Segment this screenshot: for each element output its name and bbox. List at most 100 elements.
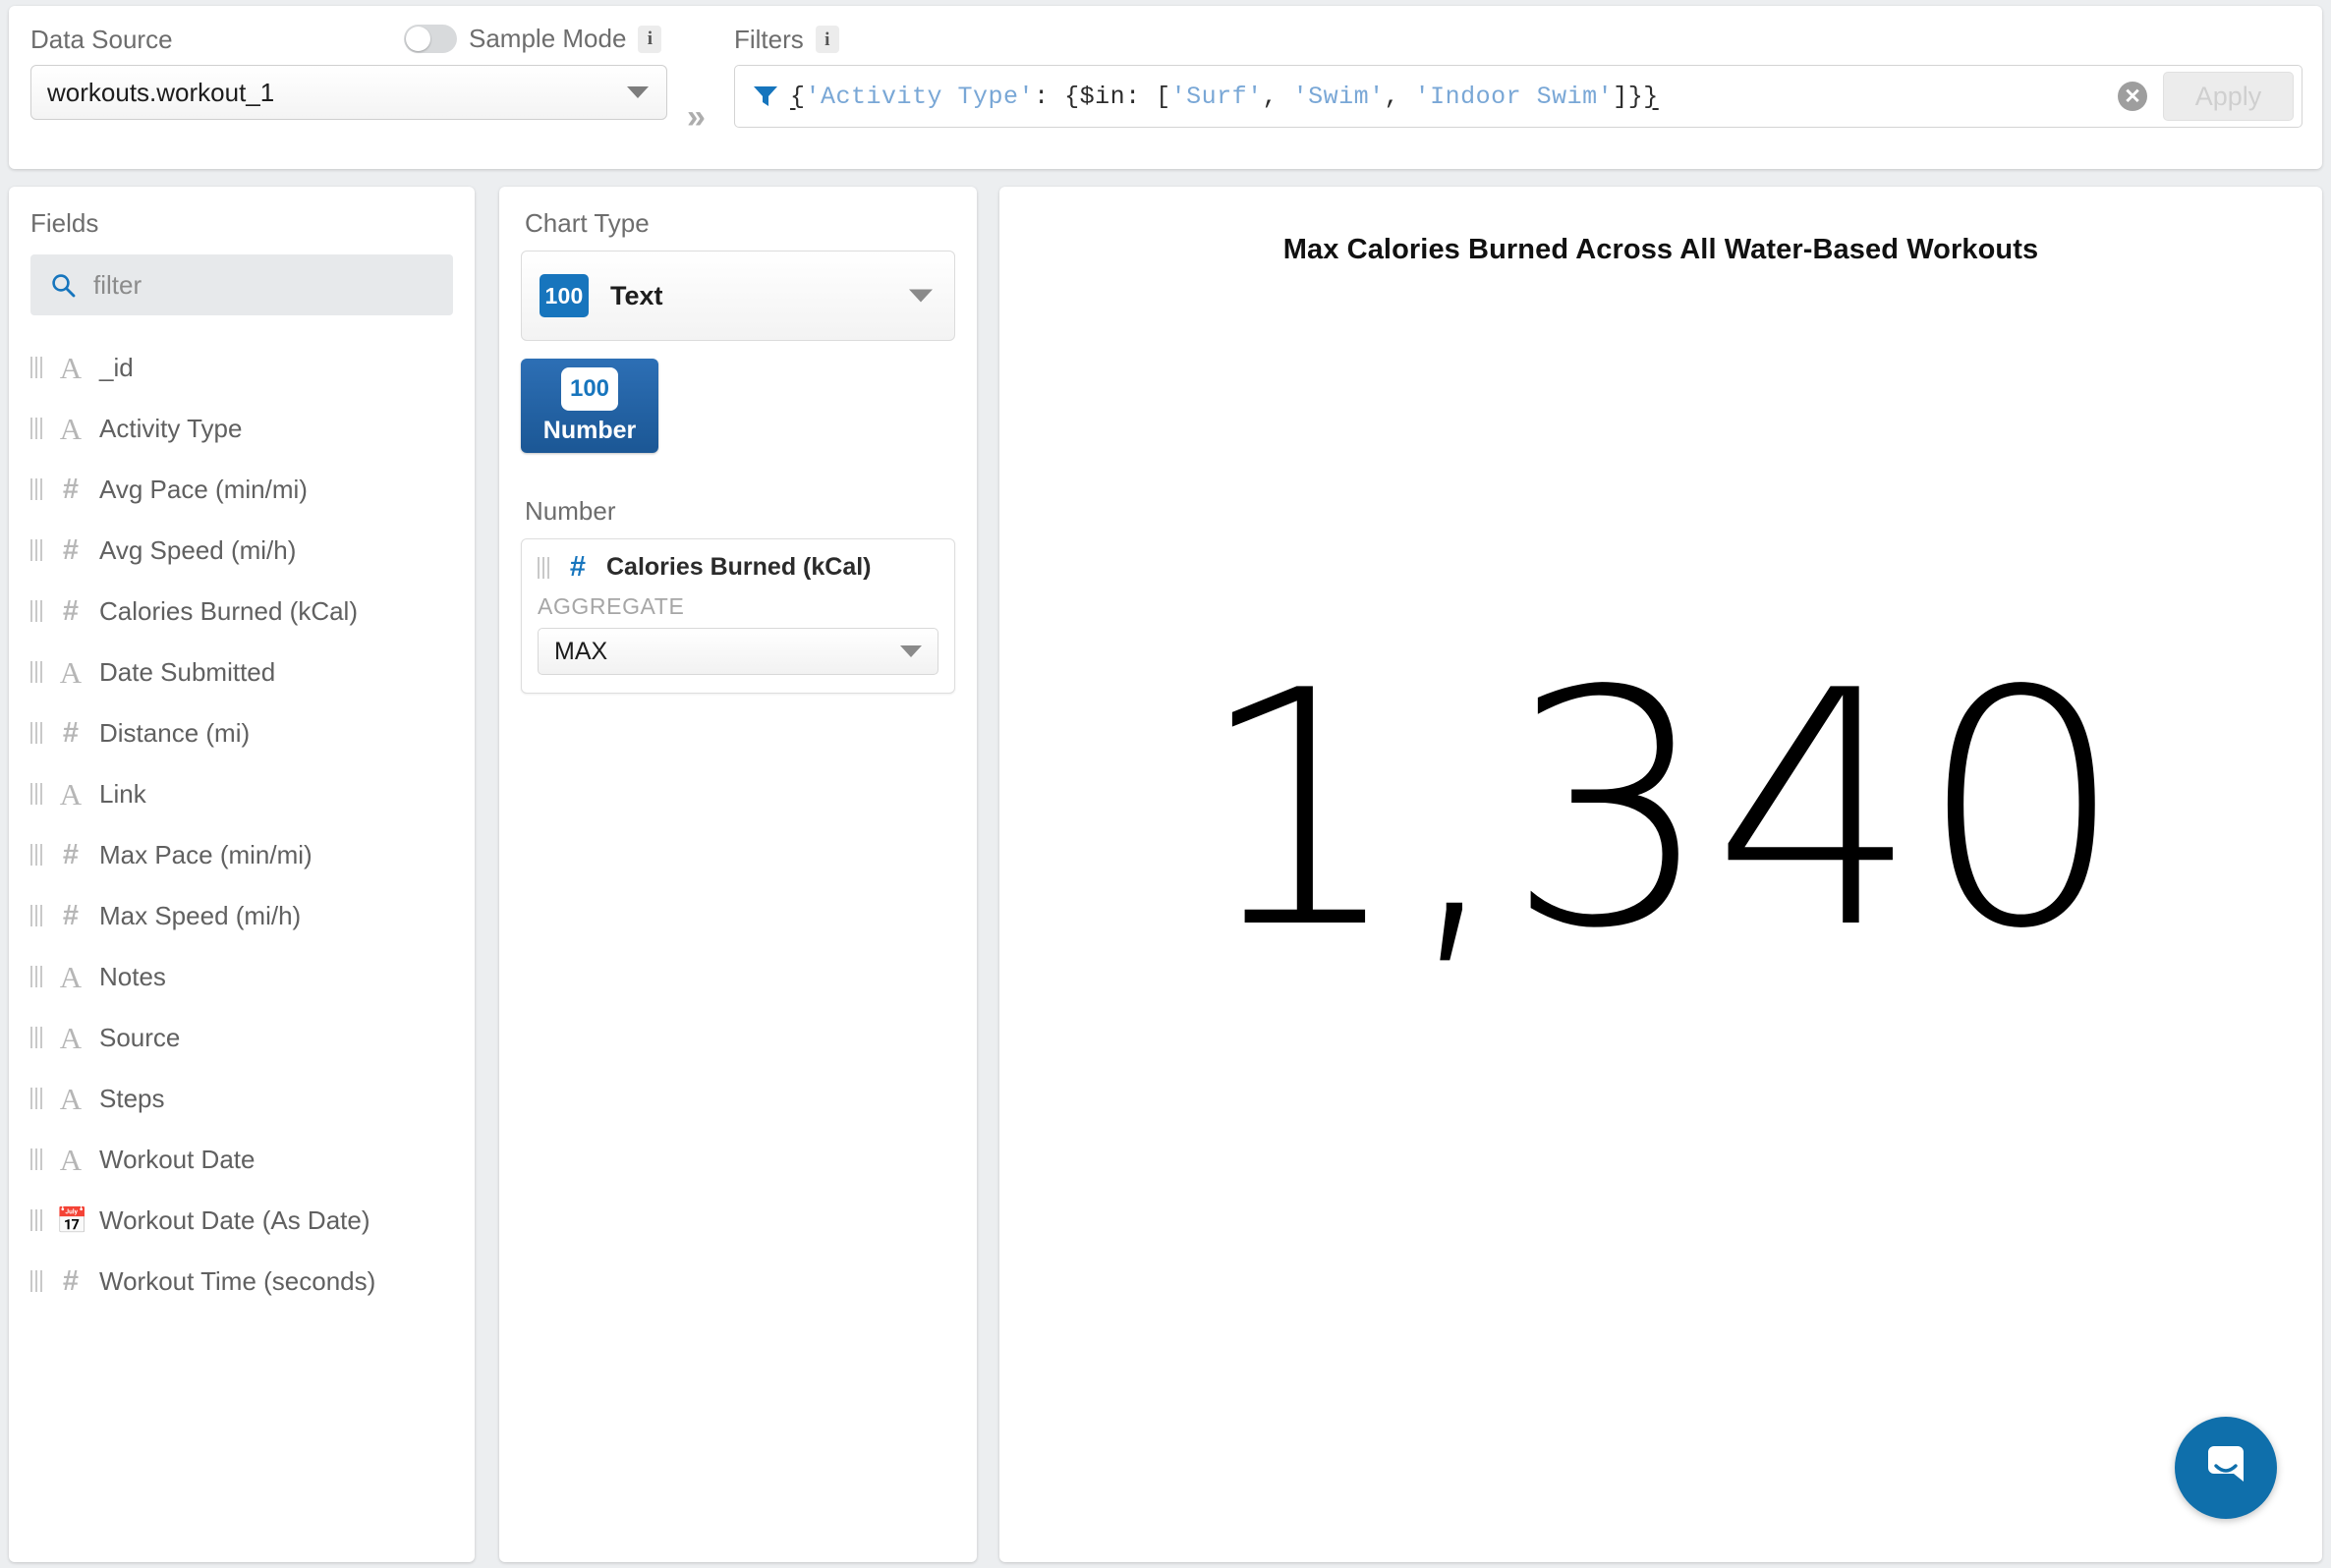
chart-type-selected-label: Text [610, 281, 663, 311]
encoding-field-chip[interactable]: # Calories Burned (kCal) [538, 553, 938, 582]
encoding-card: # Calories Burned (kCal) AGGREGATE MAX [521, 538, 955, 694]
field-list-item[interactable]: ANotes [9, 946, 475, 1007]
filters-block: Filters i {'Activity Type': {$in: ['Surf… [734, 22, 2303, 128]
field-list-item[interactable]: #Avg Pace (min/mi) [9, 459, 475, 520]
filter-token: 'Surf' [1171, 83, 1263, 111]
filter-expression: {'Activity Type': {$in: ['Surf', 'Swim',… [790, 83, 1659, 111]
aggregate-select[interactable]: MAX [538, 628, 938, 675]
drag-handle-icon[interactable] [30, 357, 42, 378]
drag-handle-icon[interactable] [30, 783, 42, 805]
field-name-label: Workout Date [99, 1145, 255, 1175]
field-list-item[interactable]: A Source [9, 1007, 475, 1068]
drag-handle-icon[interactable] [30, 1209, 42, 1231]
string-type-icon: A [56, 779, 85, 810]
field-list-item[interactable]: #Distance (mi) [9, 702, 475, 763]
field-list-item[interactable]: A Link [9, 763, 475, 824]
field-name-label: Activity Type [99, 414, 242, 444]
number-type-icon: # [56, 902, 85, 930]
data-source-select[interactable]: workouts.workout_1 [30, 65, 667, 120]
field-name-label: Avg Speed (mi/h) [99, 535, 296, 566]
clear-filter-icon[interactable]: ✕ [2118, 82, 2147, 111]
string-type-icon: A [56, 657, 85, 688]
field-name-label: Workout Date (As Date) [99, 1205, 370, 1236]
info-icon-filters[interactable]: i [816, 26, 839, 53]
chevron-down-icon [900, 645, 922, 657]
field-name-label: Workout Time (seconds) [99, 1266, 375, 1297]
drag-handle-icon[interactable] [30, 1270, 42, 1292]
drag-handle-icon[interactable] [30, 844, 42, 866]
drag-handle-icon[interactable] [30, 905, 42, 926]
filter-token: 'Indoor Swim' [1415, 83, 1614, 111]
drag-handle-icon[interactable] [538, 557, 549, 579]
field-name-label: Source [99, 1023, 180, 1053]
string-type-icon: A [56, 1084, 85, 1114]
chart-subtype-number-label: Number [543, 417, 636, 445]
encoding-field-label: Calories Burned (kCal) [606, 553, 872, 582]
chevron-down-icon [627, 86, 649, 98]
drag-handle-icon[interactable] [30, 1088, 42, 1109]
chart-number-value: 1,340 [999, 648, 2322, 973]
top-toolbar: Data Source Sample Mode i workouts.worko… [9, 6, 2322, 169]
string-type-icon: A [56, 353, 85, 383]
info-icon-sample-mode[interactable]: i [638, 26, 661, 53]
filter-token: } [1643, 83, 1659, 111]
chat-launcher-button[interactable] [2175, 1417, 2277, 1519]
field-list-item[interactable]: AActivity Type [9, 398, 475, 459]
drag-handle-icon[interactable] [30, 966, 42, 987]
app-root: Data Source Sample Mode i workouts.worko… [0, 0, 2331, 1568]
filter-token: 'Swim' [1293, 83, 1385, 111]
chart-type-select[interactable]: 100 Text [521, 251, 955, 341]
field-list-item[interactable]: A Date Submitted [9, 642, 475, 702]
chart-config-panel: Chart Type 100 Text 100 Number Number # … [499, 187, 977, 1562]
drag-handle-icon[interactable] [30, 1027, 42, 1048]
field-name-label: Link [99, 779, 146, 810]
chart-type-badge-icon: 100 [540, 274, 589, 317]
toggle-knob [406, 27, 430, 51]
drag-handle-icon[interactable] [30, 1148, 42, 1170]
field-list-item[interactable]: #Calories Burned (kCal) [9, 581, 475, 642]
drag-handle-icon[interactable] [30, 478, 42, 500]
expand-chevrons-icon[interactable]: » [687, 100, 706, 134]
string-type-icon: A [56, 1023, 85, 1053]
chart-title: Max Calories Burned Across All Water-Bas… [999, 234, 2322, 266]
drag-handle-icon[interactable] [30, 600, 42, 622]
data-source-label: Data Source [30, 25, 173, 55]
field-list-item[interactable]: 📅 Workout Date (As Date) [9, 1190, 475, 1251]
visualization-panel: Max Calories Burned Across All Water-Bas… [999, 187, 2322, 1562]
field-list-item[interactable]: # Avg Speed (mi/h) [9, 520, 475, 581]
data-source-block: Data Source Sample Mode i workouts.worko… [30, 22, 679, 120]
field-list-item[interactable]: A_id [9, 337, 475, 398]
field-search-placeholder: filter [93, 270, 142, 301]
drag-handle-icon[interactable] [30, 418, 42, 439]
chevron-down-icon [909, 290, 933, 303]
drag-handle-icon[interactable] [30, 661, 42, 683]
encoding-title: Number [499, 496, 977, 527]
filter-input-bar[interactable]: {'Activity Type': {$in: ['Surf', 'Swim',… [734, 65, 2303, 128]
chart-subtype-number-card[interactable]: 100 Number [521, 359, 658, 453]
field-name-label: Date Submitted [99, 657, 275, 688]
drag-handle-icon[interactable] [30, 722, 42, 744]
apply-button[interactable]: Apply [2163, 72, 2294, 121]
fields-panel-title: Fields [9, 208, 475, 249]
field-list: A_idAActivity Type#Avg Pace (min/mi)#Avg… [9, 337, 475, 1312]
field-list-item[interactable]: # Max Speed (mi/h) [9, 885, 475, 946]
search-icon [50, 272, 76, 298]
number-type-icon: # [56, 1267, 85, 1296]
chart-type-title: Chart Type [499, 208, 977, 239]
chat-bubble-icon [2198, 1440, 2253, 1495]
field-name-label: Max Speed (mi/h) [99, 901, 301, 931]
aggregate-value: MAX [554, 638, 607, 666]
field-list-item[interactable]: ASteps [9, 1068, 475, 1129]
number-type-icon: # [56, 597, 85, 626]
number-type-icon: # [56, 536, 85, 565]
number-type-icon: # [563, 553, 593, 582]
field-search-row[interactable]: filter [30, 254, 453, 315]
filters-header: Filters i [734, 22, 2303, 57]
field-list-item[interactable]: AWorkout Date [9, 1129, 475, 1190]
field-list-item[interactable]: #Max Pace (min/mi) [9, 824, 475, 885]
number-type-icon: # [56, 841, 85, 869]
drag-handle-icon[interactable] [30, 539, 42, 561]
sample-mode-toggle[interactable] [404, 25, 457, 53]
field-list-item[interactable]: # Workout Time (seconds) [9, 1251, 475, 1312]
date-type-icon: 📅 [56, 1207, 85, 1233]
